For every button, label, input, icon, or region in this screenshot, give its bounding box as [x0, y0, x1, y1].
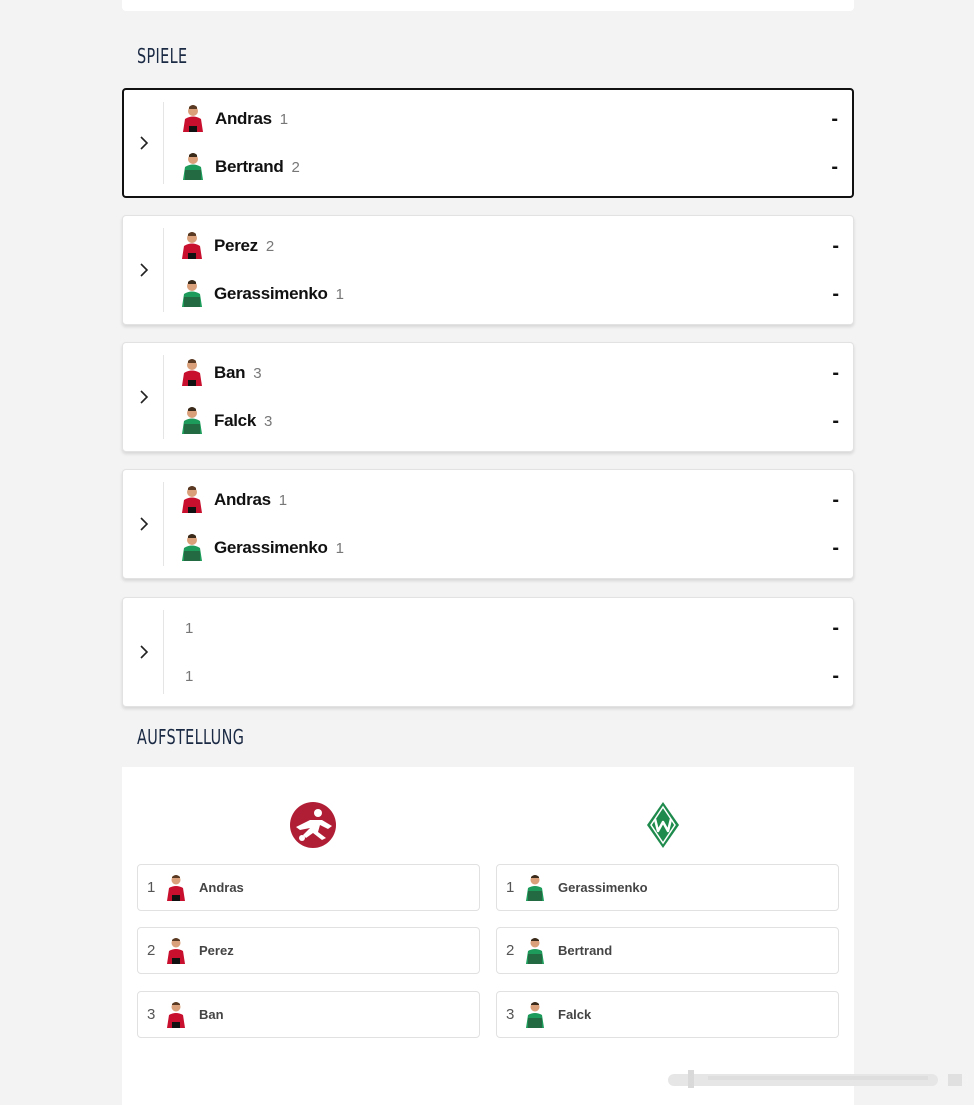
away-player-avatar: [182, 407, 202, 434]
player-name: Falck: [214, 411, 256, 430]
match-row-away: 1 -: [179, 661, 839, 691]
lineup-player-name: Perez: [199, 943, 234, 958]
divider: [163, 610, 164, 694]
divider: [163, 482, 164, 566]
player-position: 1: [335, 539, 344, 557]
section-title-spiele: SPIELE: [137, 44, 188, 68]
player-name: Andras: [215, 109, 272, 128]
match-row-away: Gerassimenko 1 -: [179, 279, 839, 309]
away-player-avatar: [183, 153, 203, 180]
home-player-avatar: [183, 105, 203, 132]
score: -: [832, 616, 839, 639]
lineup-number: 1: [506, 879, 515, 896]
previous-section-card: [122, 0, 854, 11]
lineup-home-player-3[interactable]: 3 Ban: [137, 991, 480, 1038]
away-player-avatar: [182, 280, 202, 307]
player-position: 1: [185, 667, 194, 685]
player-name: Gerassimenko: [214, 538, 328, 557]
lineup-away-player-2[interactable]: 2 Bertrand: [496, 927, 839, 974]
lineup-away-player-3[interactable]: 3 Falck: [496, 991, 839, 1038]
player-name: Andras: [214, 490, 271, 509]
match-row-away: Bertrand 2 -: [180, 152, 838, 182]
score: -: [832, 664, 839, 687]
home-player-avatar: [182, 232, 202, 259]
watermark: [668, 1070, 962, 1088]
player-position: 1: [335, 285, 344, 303]
match-card-1[interactable]: Andras 1 - Bertrand 2 -: [122, 88, 854, 198]
home-player-avatar: [167, 937, 185, 964]
lineup-number: 1: [147, 879, 156, 896]
divider: [163, 228, 164, 312]
player-position: 1: [279, 110, 289, 128]
match-card-4[interactable]: Andras 1 - Gerassimenko 1 -: [122, 469, 854, 579]
lineup-home-player-1[interactable]: 1 Andras: [137, 864, 480, 911]
match-row-home: 1 -: [179, 613, 839, 643]
away-player-avatar: [526, 1001, 544, 1028]
lineup-panel: 1 Andras 2 Perez 3 Ban 1 Gerassimenko 2 …: [122, 767, 854, 1105]
match-row-away: Gerassimenko 1 -: [179, 533, 839, 563]
away-player-avatar: [526, 874, 544, 901]
score: -: [832, 488, 839, 511]
match-row-away: Falck 3 -: [179, 406, 839, 436]
match-row-home: Andras 1 -: [179, 485, 839, 515]
match-card-2[interactable]: Perez 2 - Gerassimenko 1 -: [122, 215, 854, 325]
match-row-home: Andras 1 -: [180, 104, 838, 134]
werder-bremen-logo: [647, 802, 679, 848]
score: -: [832, 536, 839, 559]
player-name: Perez: [214, 236, 258, 255]
home-player-avatar: [167, 874, 185, 901]
lineup-number: 3: [147, 1006, 156, 1023]
chevron-right-icon[interactable]: [139, 136, 151, 150]
player-position: 3: [263, 412, 273, 430]
score: -: [832, 361, 839, 384]
score: -: [832, 234, 839, 257]
home-player-avatar: [182, 486, 202, 513]
away-player-avatar: [526, 937, 544, 964]
chevron-right-icon[interactable]: [139, 263, 151, 277]
lineup-away-player-1[interactable]: 1 Gerassimenko: [496, 864, 839, 911]
home-club-logo: [290, 802, 336, 848]
score: -: [831, 107, 838, 130]
divider: [163, 355, 164, 439]
player-name: Gerassimenko: [214, 284, 328, 303]
score: -: [831, 155, 838, 178]
match-card-3[interactable]: Ban 3 - Falck 3 -: [122, 342, 854, 452]
lineup-player-name: Andras: [199, 880, 244, 895]
lineup-number: 2: [147, 942, 156, 959]
match-card-5[interactable]: 1 - 1 -: [122, 597, 854, 707]
player-position: 1: [278, 491, 288, 509]
chevron-right-icon[interactable]: [139, 390, 151, 404]
lineup-player-name: Falck: [558, 1007, 592, 1022]
match-row-home: Ban 3 -: [179, 358, 839, 388]
lineup-number: 3: [506, 1006, 515, 1023]
player-position: 1: [185, 619, 194, 637]
player-position: 2: [265, 237, 275, 255]
lineup-player-name: Bertrand: [558, 943, 613, 958]
player-position: 3: [253, 364, 262, 382]
away-player-avatar: [182, 534, 202, 561]
lineup-player-name: Ban: [199, 1007, 224, 1022]
chevron-right-icon[interactable]: [139, 645, 151, 659]
match-row-home: Perez 2 -: [179, 231, 839, 261]
home-player-avatar: [182, 359, 202, 386]
player-name: Ban: [214, 363, 246, 382]
section-title-aufstellung: AUFSTELLUNG: [137, 725, 245, 749]
player-name: Bertrand: [215, 157, 284, 176]
home-player-avatar: [167, 1001, 185, 1028]
lineup-number: 2: [506, 942, 515, 959]
divider: [163, 102, 164, 184]
chevron-right-icon[interactable]: [139, 517, 151, 531]
score: -: [832, 409, 839, 432]
lineup-player-name: Gerassimenko: [558, 880, 648, 895]
score: -: [832, 282, 839, 305]
player-position: 2: [291, 158, 300, 176]
lineup-home-player-2[interactable]: 2 Perez: [137, 927, 480, 974]
